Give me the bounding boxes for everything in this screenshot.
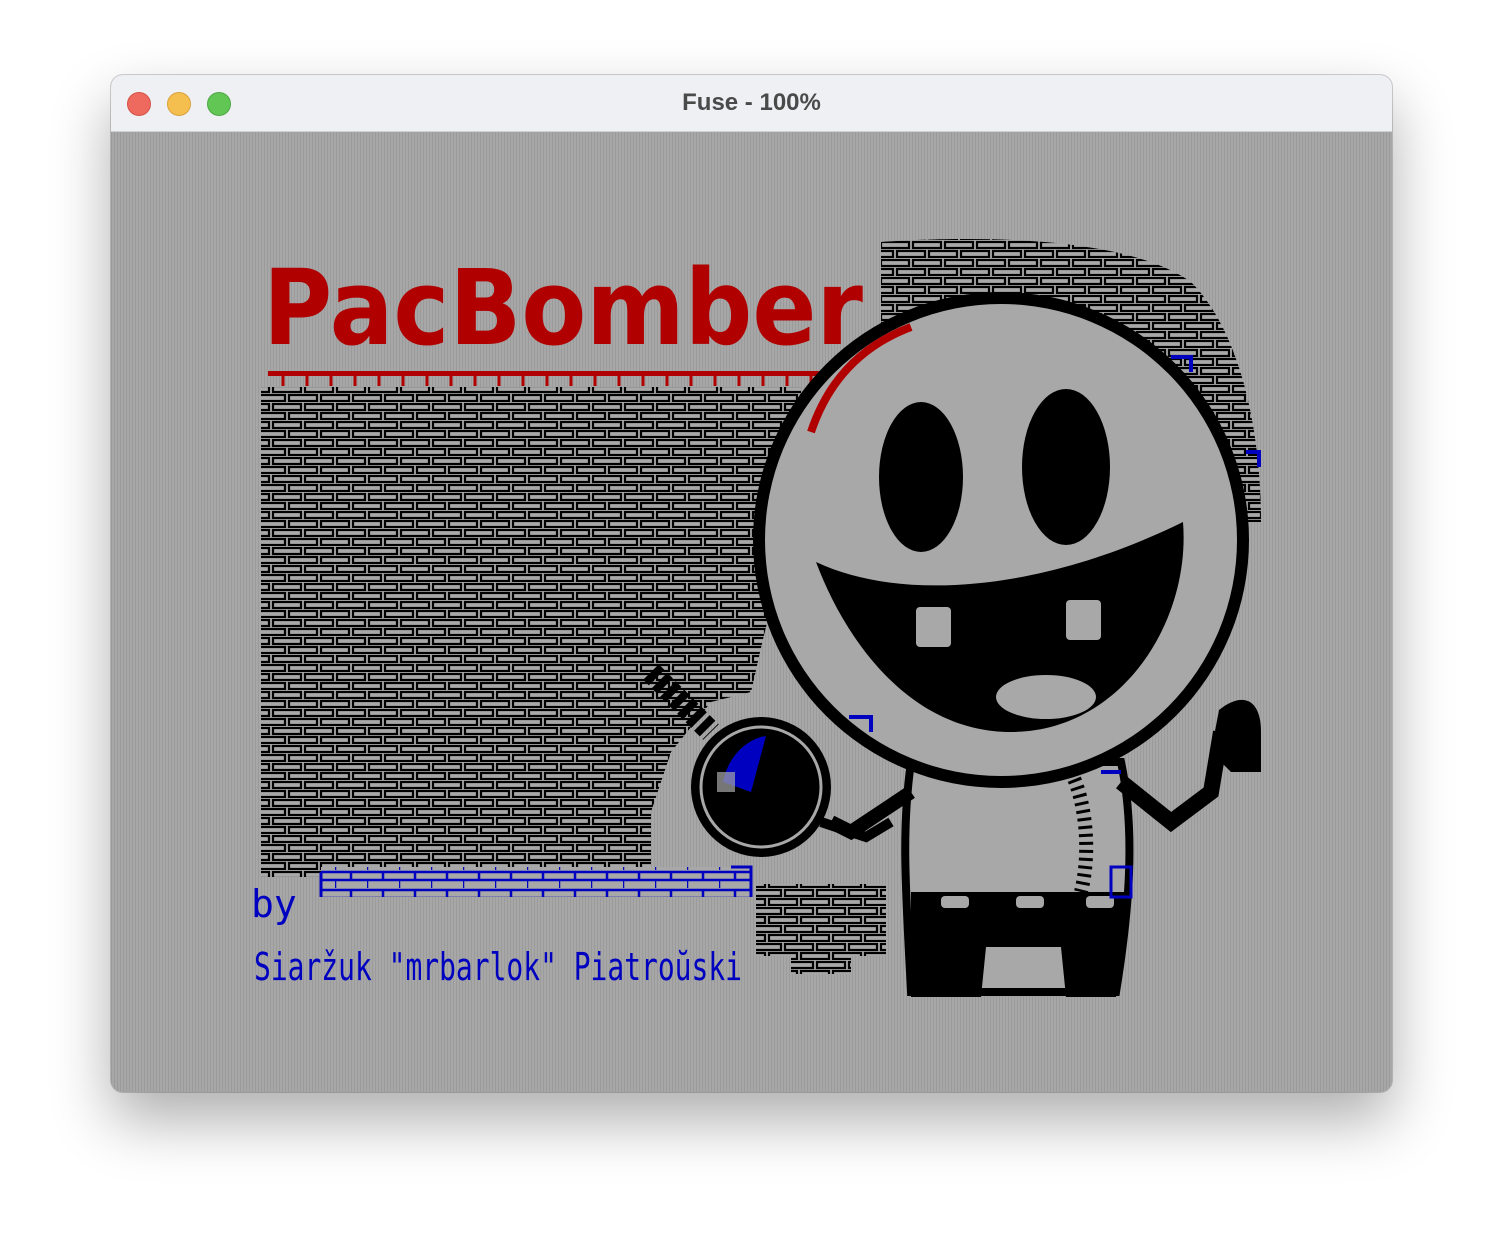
title-bar[interactable]: Fuse - 100% bbox=[111, 75, 1392, 132]
loading-screen-art: PacBomber by Siaržuk "mrbarlok" Piatroŭs… bbox=[251, 238, 1261, 997]
window-title: Fuse - 100% bbox=[682, 89, 821, 116]
title-rail bbox=[268, 371, 828, 386]
brick-wall-blue bbox=[319, 865, 753, 897]
byline-text: by bbox=[251, 882, 297, 926]
smiley-head bbox=[753, 292, 1249, 788]
brick-wall-bottom bbox=[756, 884, 886, 974]
spectrum-screen[interactable]: PacBomber by Siaržuk "mrbarlok" Piatroŭs… bbox=[111, 132, 1392, 1092]
author-credit: Siaržuk "mrbarlok" Piatroŭski bbox=[254, 945, 742, 989]
game-title: PacBomber bbox=[263, 247, 863, 369]
emulator-window: Fuse - 100% PacBomber by Siaržuk "mrbarl… bbox=[111, 75, 1392, 1092]
